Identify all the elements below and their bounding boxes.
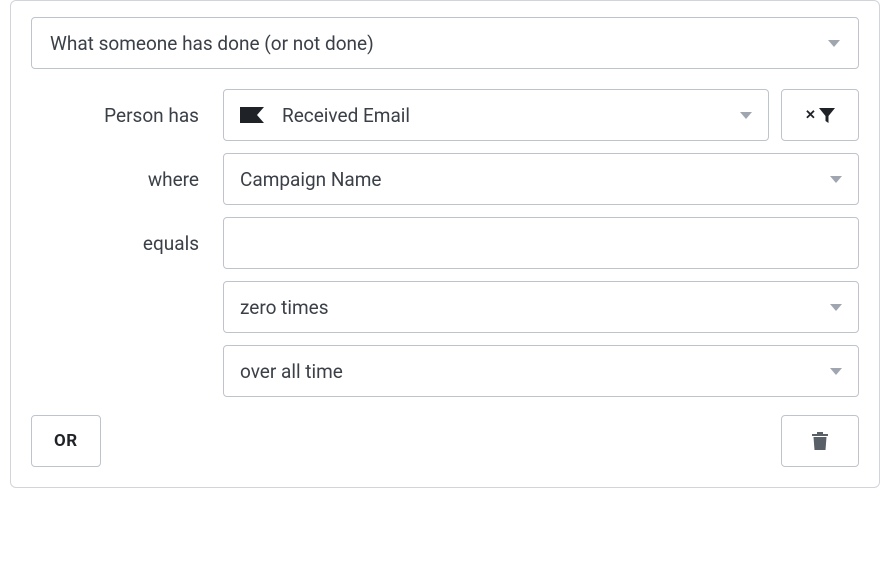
frequency-select[interactable]: zero times xyxy=(223,281,859,333)
clear-filter-button[interactable]: ✕ xyxy=(781,89,859,141)
timeframe-row: over all time xyxy=(31,345,859,397)
or-button-label: OR xyxy=(54,431,78,451)
property-row: where Campaign Name xyxy=(31,153,859,205)
person-has-label: Person has xyxy=(31,104,211,127)
chevron-down-icon xyxy=(830,176,842,183)
value-row: equals xyxy=(31,217,859,269)
x-icon: ✕ xyxy=(805,108,816,123)
condition-type-label: What someone has done (or not done) xyxy=(50,32,374,55)
frequency-row: zero times xyxy=(31,281,859,333)
equals-label: equals xyxy=(31,232,211,255)
chevron-down-icon xyxy=(828,40,840,47)
chevron-down-icon xyxy=(830,368,842,375)
funnel-icon xyxy=(819,108,835,123)
flag-icon xyxy=(240,107,264,123)
action-row: OR xyxy=(31,415,859,467)
trash-icon xyxy=(812,432,828,450)
event-select[interactable]: Received Email xyxy=(223,89,769,141)
frequency-select-label: zero times xyxy=(240,296,329,319)
property-select[interactable]: Campaign Name xyxy=(223,153,859,205)
where-label: where xyxy=(31,168,211,191)
or-button[interactable]: OR xyxy=(31,415,101,467)
event-row: Person has Received Email ✕ xyxy=(31,89,859,141)
chevron-down-icon xyxy=(830,304,842,311)
event-select-label: Received Email xyxy=(282,104,410,127)
timeframe-select-label: over all time xyxy=(240,360,343,383)
condition-card: What someone has done (or not done) Pers… xyxy=(10,0,880,488)
timeframe-select[interactable]: over all time xyxy=(223,345,859,397)
value-input[interactable] xyxy=(223,217,859,269)
condition-type-select[interactable]: What someone has done (or not done) xyxy=(31,17,859,69)
property-select-label: Campaign Name xyxy=(240,168,382,191)
chevron-down-icon xyxy=(740,112,752,119)
delete-button[interactable] xyxy=(781,415,859,467)
